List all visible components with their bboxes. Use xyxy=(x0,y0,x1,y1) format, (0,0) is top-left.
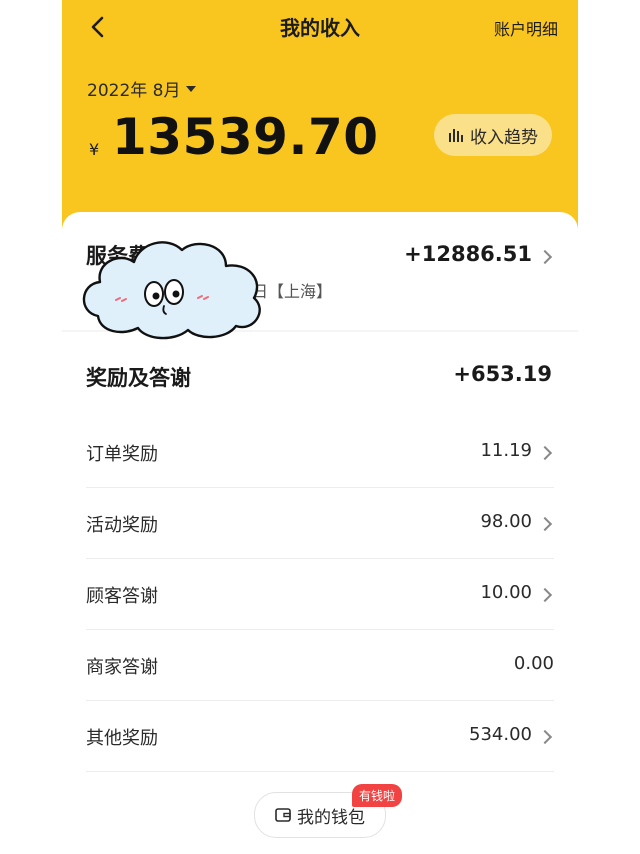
reward-label: 订单奖励 xyxy=(86,444,158,465)
reward-value: 11.19 xyxy=(480,440,532,461)
income-header: 我的收入 账户明细 2022年 8月 ¥ 13539.70 收入趋势 xyxy=(62,0,578,240)
reward-value: 0.00 xyxy=(513,653,554,674)
reward-row-other[interactable]: 其他奖励 534.00 xyxy=(86,700,554,772)
chevron-right-icon xyxy=(537,587,553,603)
dropdown-caret-icon xyxy=(186,86,197,92)
reward-label: 活动奖励 xyxy=(86,515,158,536)
month-selector[interactable]: 2022年 8月 xyxy=(87,76,197,101)
reward-value: 10.00 xyxy=(480,582,532,603)
total-income-amount: 13539.70 xyxy=(112,108,379,166)
reward-value: 534.00 xyxy=(469,724,532,745)
rewards-total-amount: +653.19 xyxy=(453,362,552,386)
reward-row-merchant-thanks: 商家答谢 0.00 xyxy=(86,629,554,701)
chevron-right-icon xyxy=(537,729,553,745)
reward-label: 其他奖励 xyxy=(86,728,158,749)
wallet-icon xyxy=(275,808,291,822)
app-screen: 我的收入 账户明细 2022年 8月 ¥ 13539.70 收入趋势 服务费 日… xyxy=(62,0,578,854)
income-trend-button[interactable]: 收入趋势 xyxy=(434,114,552,156)
reward-value: 98.00 xyxy=(480,511,532,532)
chevron-right-icon xyxy=(537,445,553,461)
reward-row-activity[interactable]: 活动奖励 98.00 xyxy=(86,487,554,559)
cloud-sticker xyxy=(82,241,261,340)
income-trend-label: 收入趋势 xyxy=(470,127,538,148)
reward-label: 商家答谢 xyxy=(86,657,158,678)
month-label: 2022年 8月 xyxy=(87,81,181,101)
service-fee-amount: +12886.51 xyxy=(404,242,532,266)
rewards-title: 奖励及答谢 xyxy=(86,366,191,390)
chevron-right-icon xyxy=(537,516,553,532)
chevron-right-icon xyxy=(537,249,553,265)
account-detail-link[interactable]: 账户明细 xyxy=(494,16,558,40)
bar-chart-icon xyxy=(449,129,463,142)
reward-row-customer-thanks[interactable]: 顾客答谢 10.00 xyxy=(86,558,554,630)
rewards-section: 奖励及答谢 +653.19 订单奖励 11.19 活动奖励 98.00 顾客答谢… xyxy=(62,332,578,854)
reward-row-order[interactable]: 订单奖励 11.19 xyxy=(86,416,554,488)
reward-label: 顾客答谢 xyxy=(86,586,158,607)
currency-symbol: ¥ xyxy=(89,140,100,159)
wallet-badge: 有钱啦 xyxy=(352,784,403,807)
